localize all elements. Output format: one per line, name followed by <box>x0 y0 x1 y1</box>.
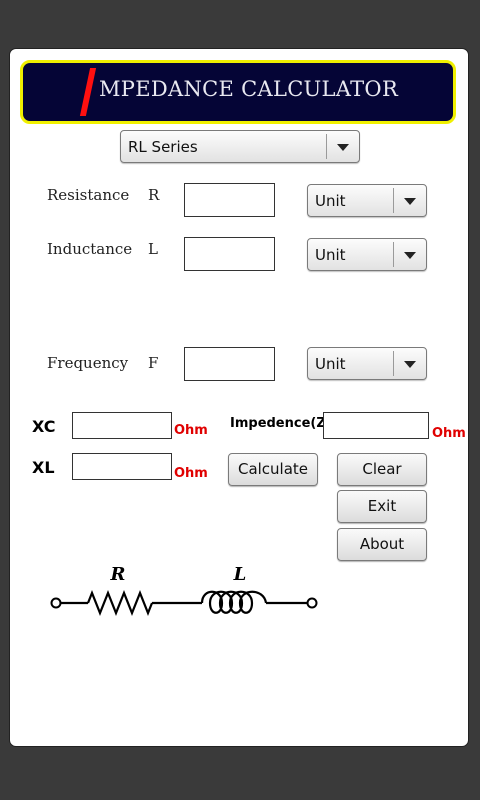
circuit-type-select[interactable]: RL Series <box>120 130 360 163</box>
dropdown-arrow-icon <box>337 143 349 151</box>
resistance-unit-value: Unit <box>315 191 346 210</box>
circuit-type-value: RL Series <box>128 137 198 156</box>
app-banner: MPEDANCE CALCULATOR <box>20 60 456 124</box>
resistance-input[interactable] <box>184 183 275 217</box>
dropdown-arrow-icon <box>404 251 416 259</box>
frequency-input[interactable] <box>184 347 275 381</box>
app-title: MPEDANCE CALCULATOR <box>99 77 399 101</box>
dropdown-arrow-icon <box>404 197 416 205</box>
inductance-input[interactable] <box>184 237 275 271</box>
frequency-symbol: F <box>148 354 159 372</box>
resistance-label: Resistance <box>47 186 130 204</box>
about-button[interactable]: About <box>337 528 427 561</box>
rl-circuit-diagram: R L <box>50 564 318 616</box>
resistor-label: R <box>110 564 126 585</box>
impedance-output <box>323 412 429 439</box>
xl-label: XL <box>32 458 55 477</box>
resistor-symbol <box>86 590 154 616</box>
xl-output <box>72 453 172 480</box>
inductor-symbol <box>200 590 268 614</box>
calculate-button[interactable]: Calculate <box>228 453 318 486</box>
resistance-symbol: R <box>148 186 160 204</box>
inductance-unit-value: Unit <box>315 245 346 264</box>
impedance-label: Impedence(Z) <box>230 416 332 431</box>
exit-button[interactable]: Exit <box>337 490 427 523</box>
resistance-unit-select[interactable]: Unit <box>307 184 427 217</box>
frequency-label: Frequency <box>47 354 129 372</box>
frequency-unit-select[interactable]: Unit <box>307 347 427 380</box>
inductor-label: L <box>233 564 247 585</box>
inductance-unit-select[interactable]: Unit <box>307 238 427 271</box>
xc-unit: Ohm <box>174 423 208 438</box>
circuit-terminal-right <box>306 597 318 609</box>
xc-label: XC <box>32 417 56 436</box>
clear-button[interactable]: Clear <box>337 453 427 486</box>
xc-output <box>72 412 172 439</box>
frequency-unit-value: Unit <box>315 354 346 373</box>
impedance-unit: Ohm <box>432 426 466 441</box>
circuit-terminal-left <box>50 597 62 609</box>
inductance-symbol: L <box>148 240 158 258</box>
banner-slash-mark <box>79 68 97 116</box>
dropdown-arrow-icon <box>404 360 416 368</box>
xl-unit: Ohm <box>174 466 208 481</box>
inductance-label: Inductance <box>47 240 133 258</box>
